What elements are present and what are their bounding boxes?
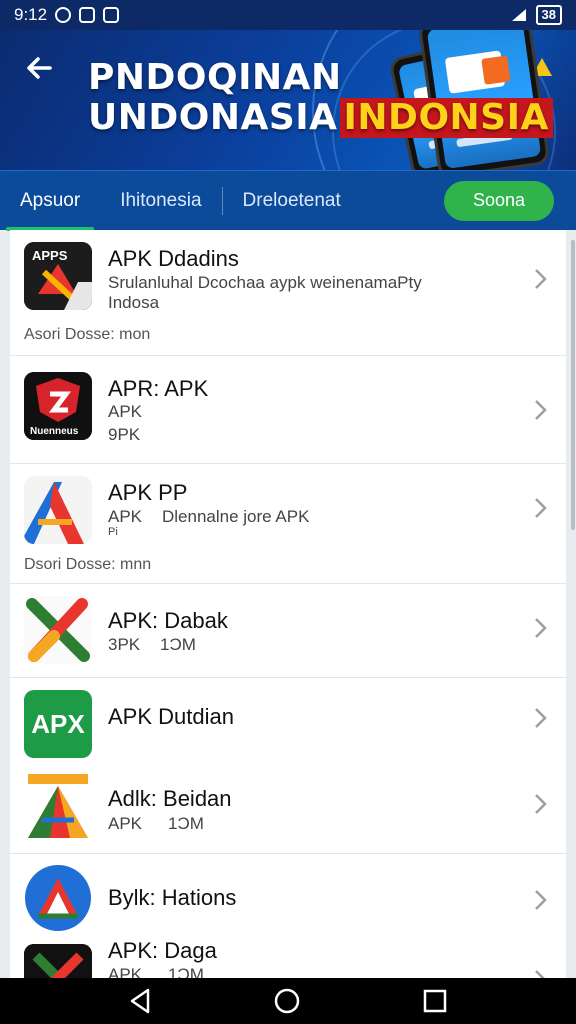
list-item[interactable]: APK: Dabak 3PK 1ƆM <box>10 584 566 678</box>
chevron-right-icon <box>535 794 547 814</box>
notification-icon <box>55 7 72 23</box>
signal-icon <box>511 9 526 21</box>
app-meta: 1ƆM <box>160 635 196 654</box>
app-meta: 1ƆM <box>168 965 204 978</box>
banner-title: PNDOQINAN UNDONASIA INDONSIA <box>88 58 553 138</box>
scrollbar[interactable] <box>571 240 575 530</box>
svg-text:APPS: APPS <box>32 248 68 263</box>
tab-ihitonesia[interactable]: Ihitonesia <box>100 171 221 231</box>
shield-app-icon: Nuenneus <box>24 372 92 440</box>
chevron-right-icon <box>535 400 547 420</box>
banner-title-highlight: INDONSIA <box>339 98 553 138</box>
nav-recents-icon[interactable] <box>420 986 450 1016</box>
notification-icon <box>79 7 96 23</box>
app-title: Bylk: Hations <box>108 885 237 910</box>
list-item[interactable]: APK: Daga APK 1ƆM <box>10 930 566 978</box>
app-title: APK Ddadins <box>108 246 239 271</box>
app-title: APK PP <box>108 480 188 505</box>
app-meta: Pi <box>108 526 118 538</box>
chevron-right-icon <box>535 970 545 978</box>
battery-indicator: 38 <box>535 5 562 25</box>
app-description: Srulanluhal Dcochaa aypk weinenamaPty <box>108 273 422 292</box>
list-item[interactable]: Nuenneus APR: APK APK 9PK <box>10 356 566 464</box>
app-meta: 1ƆM <box>168 814 204 833</box>
app-title: Adlk: Beidan <box>108 786 232 811</box>
app-list: APPS APK Ddadins Srulanluhal Dcochaa ayp… <box>10 230 566 978</box>
app-title: APR: APK <box>108 376 209 401</box>
app-meta: APK <box>108 814 143 833</box>
app-title: APK: Daga <box>108 938 217 963</box>
app-meta: APK <box>108 965 143 978</box>
app-title: APK: Dabak <box>108 608 228 633</box>
banner-title-line2: UNDONASIA <box>88 97 338 138</box>
chevron-right-icon <box>535 269 547 289</box>
app-meta: APK <box>108 507 143 526</box>
apx-app-icon: APX <box>24 690 92 758</box>
apps-icon: APPS <box>24 242 92 310</box>
app-meta: 9PK <box>108 425 141 444</box>
x-app-icon <box>24 596 92 664</box>
icon-label: APX <box>31 708 85 739</box>
app-note: Asori Dosse: mon <box>24 326 151 343</box>
app-note: Dsori Dosse: mnn <box>24 556 152 573</box>
list-item[interactable]: Adlk: Beidan APK 1ƆM <box>10 772 566 854</box>
status-time: 9:12 <box>14 5 48 24</box>
chevron-right-icon <box>535 890 547 910</box>
list-item[interactable]: APX APK Dutdian <box>10 678 566 772</box>
soona-button[interactable]: Soona <box>444 180 554 221</box>
app-meta: 3PK <box>108 635 141 654</box>
icon-label: Nuenneus <box>30 426 79 437</box>
app-description: Indosa <box>108 293 160 312</box>
list-item[interactable]: APPS APK Ddadins Srulanluhal Dcochaa ayp… <box>10 230 566 356</box>
tab-bar: Apsuor Ihitonesia Dreloetenat Soona <box>0 170 576 231</box>
tab-dreloetenat[interactable]: Dreloetenat <box>223 171 361 231</box>
nav-home-icon[interactable] <box>272 986 302 1016</box>
a-letter-app-icon <box>24 476 92 544</box>
system-nav-bar <box>0 978 576 1024</box>
x-dark-app-icon <box>24 944 92 978</box>
status-bar: 9:12 38 <box>0 0 576 30</box>
colorful-a-app-icon <box>24 772 92 840</box>
back-arrow-icon[interactable] <box>22 50 58 86</box>
blue-a-app-icon <box>24 864 92 932</box>
chevron-right-icon <box>535 498 547 518</box>
list-item[interactable]: APK PP APK Dlennalne jore APK Pi Dsori D… <box>10 464 566 584</box>
chevron-right-icon <box>535 708 547 728</box>
banner-title-line1: PNDOQINAN <box>88 57 342 98</box>
app-title: APK Dutdian <box>108 704 234 729</box>
app-description: Dlennalne jore APK <box>162 507 310 526</box>
app-meta: APK <box>108 402 143 421</box>
list-item[interactable]: Bylk: Hations <box>10 854 566 938</box>
nav-back-icon[interactable] <box>126 986 156 1016</box>
tab-apsuor[interactable]: Apsuor <box>0 171 100 231</box>
briefcase-icon <box>103 7 120 23</box>
chevron-right-icon <box>535 618 547 638</box>
